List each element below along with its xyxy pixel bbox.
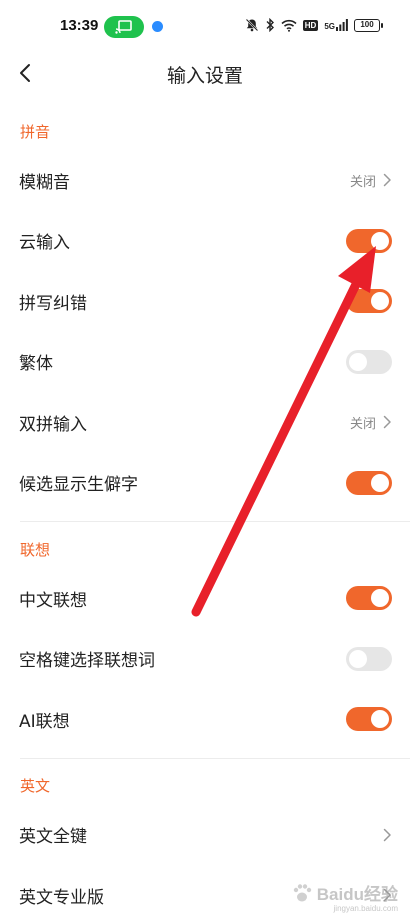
- setting-row[interactable]: 候选显示生僻字: [0, 453, 410, 514]
- setting-label: 云输入: [19, 233, 70, 254]
- bluetooth-icon: [266, 18, 274, 32]
- setting-control: [346, 646, 392, 671]
- setting-label: 候选显示生僻字: [19, 475, 138, 496]
- setting-label: 拼写纠错: [19, 293, 87, 314]
- section-divider: [20, 521, 410, 522]
- toggle-switch[interactable]: [346, 470, 392, 495]
- setting-control: [346, 707, 392, 732]
- toggle-switch[interactable]: [346, 349, 392, 374]
- header: 输入设置: [0, 54, 410, 94]
- toggle-switch[interactable]: [346, 646, 392, 671]
- setting-row[interactable]: 云输入: [0, 211, 410, 272]
- toggle-switch[interactable]: [346, 228, 392, 253]
- status-time: 13:39: [60, 17, 99, 34]
- toggle-knob: [371, 292, 389, 311]
- setting-label: 中文联想: [19, 590, 87, 611]
- setting-row[interactable]: 空格键选择联想词: [0, 629, 410, 690]
- section-header: 拼音: [20, 122, 51, 141]
- setting-label: AI联想: [19, 711, 70, 732]
- app-notification-icon: [152, 21, 163, 32]
- section-divider: [20, 757, 410, 759]
- settings-list: 拼音 模糊音 关闭 云输入 拼写纠错 繁体 双拼输入 关闭 候选显示生僻字 联想 中文联想 空格键选择…: [0, 112, 410, 914]
- setting-row[interactable]: AI联想: [0, 689, 410, 750]
- setting-label: 英文专业版: [19, 887, 104, 908]
- setting-label: 繁体: [19, 354, 53, 375]
- setting-row[interactable]: 中文联想: [0, 568, 410, 629]
- watermark-sub: jingyan.baidu.com: [333, 904, 398, 913]
- toggle-knob: [371, 710, 389, 729]
- chevron-right-icon: [383, 174, 391, 187]
- setting-control: [346, 289, 392, 314]
- setting-value: 关闭: [349, 174, 376, 190]
- toggle-knob: [371, 589, 389, 608]
- setting-control: 关闭: [350, 171, 392, 190]
- watermark-logo: Baidu经验 jingyan.baidu.com: [291, 882, 398, 913]
- screen-cast-icon[interactable]: [104, 16, 144, 38]
- wifi-icon: [281, 19, 297, 32]
- setting-value: 关闭: [349, 416, 376, 432]
- setting-control: [346, 228, 392, 253]
- toggle-knob: [371, 473, 389, 492]
- toggle-switch[interactable]: [346, 707, 392, 732]
- setting-row[interactable]: 繁体: [0, 332, 410, 393]
- hd-badge: HD: [302, 19, 319, 31]
- setting-control: [346, 349, 392, 374]
- paw-logo-icon: [293, 884, 311, 902]
- section-header: 联想: [20, 540, 51, 559]
- toggle-knob: [371, 231, 389, 250]
- setting-row[interactable]: 英文全键: [0, 805, 410, 866]
- network-label: 5G: [324, 22, 335, 31]
- setting-control: 关闭: [350, 413, 392, 432]
- watermark-text: Baidu经验: [316, 885, 398, 904]
- section-header: 英文: [20, 777, 51, 795]
- setting-row[interactable]: 双拼输入 关闭: [0, 392, 410, 453]
- toggle-switch[interactable]: [346, 586, 392, 611]
- chevron-right-icon: [383, 416, 391, 429]
- setting-label: 英文全键: [19, 827, 87, 848]
- signal-icon: 5G: [324, 19, 348, 31]
- setting-label: 空格键选择联想词: [19, 651, 155, 672]
- setting-control: [346, 586, 392, 611]
- mute-bell-icon: [245, 18, 259, 32]
- toggle-knob: [349, 352, 367, 371]
- toggle-switch[interactable]: [346, 289, 392, 314]
- setting-row[interactable]: 模糊音 关闭: [0, 150, 410, 211]
- page-title: 输入设置: [166, 65, 243, 87]
- setting-label: 模糊音: [19, 172, 70, 193]
- status-bar: 13:39 HD 5G 100: [0, 0, 410, 54]
- setting-label: 双拼输入: [19, 414, 87, 435]
- setting-row[interactable]: 拼写纠错: [0, 271, 410, 332]
- setting-control: [346, 470, 392, 495]
- battery-icon: 100: [354, 18, 383, 32]
- toggle-knob: [349, 649, 367, 668]
- setting-control: [376, 828, 392, 842]
- status-icons: HD 5G 100: [245, 18, 383, 32]
- chevron-right-icon: [383, 828, 391, 841]
